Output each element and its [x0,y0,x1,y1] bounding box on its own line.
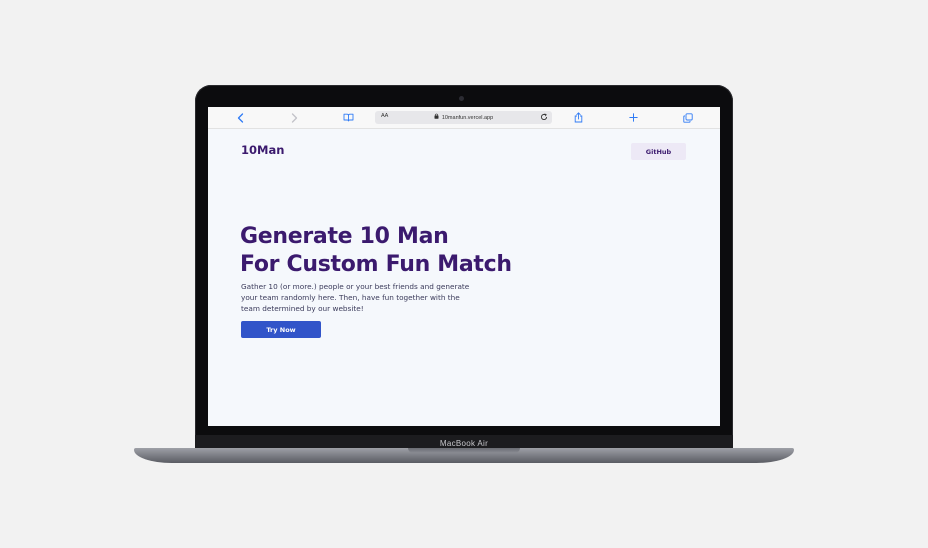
forward-button[interactable] [286,107,302,128]
hero-description-line: team determined by our website! [241,304,364,313]
chevron-right-icon [291,112,298,123]
laptop-base [134,448,794,463]
back-button[interactable] [232,107,248,128]
browser-toolbar: AA 10manfun.vercel.app [208,107,720,129]
lock-icon [434,113,439,121]
hero-description-line: your team randomly here. Then, have fun … [241,293,460,302]
tabs-icon [683,112,693,123]
book-icon [343,113,354,122]
url-text: 10manfun.vercel.app [441,115,494,121]
base-notch [408,448,520,453]
plus-icon [628,113,638,122]
new-tab-button[interactable] [625,107,641,128]
camera-dot [459,96,464,101]
laptop-lid: AA 10manfun.vercel.app 10Man GitHub Gene… [195,85,733,449]
hero-title-line: For Custom Fun Match [240,252,512,277]
site-logo[interactable]: 10Man [241,143,284,157]
hero-description-line: Gather 10 (or more.) people or your best… [241,282,470,291]
try-now-button[interactable]: Try Now [241,321,321,338]
hero-description: Gather 10 (or more.) people or your best… [241,281,481,314]
browser-screen: AA 10manfun.vercel.app 10Man GitHub Gene… [208,107,720,426]
hero-title: Generate 10 Man For Custom Fun Match [240,223,620,279]
share-icon [574,112,583,123]
chevron-left-icon [237,112,244,123]
lid-bottom-bezel: MacBook Air [195,435,733,449]
url-display: 10manfun.vercel.app [375,113,552,121]
brand-label: MacBook Air [439,439,489,448]
tabs-button[interactable] [680,107,696,128]
address-bar[interactable]: AA 10manfun.vercel.app [375,111,552,124]
hero-title-line: Generate 10 Man [240,224,449,249]
share-button[interactable] [570,107,586,128]
bookmarks-button[interactable] [339,107,357,128]
reload-icon[interactable] [540,113,548,123]
github-button[interactable]: GitHub [631,143,686,160]
